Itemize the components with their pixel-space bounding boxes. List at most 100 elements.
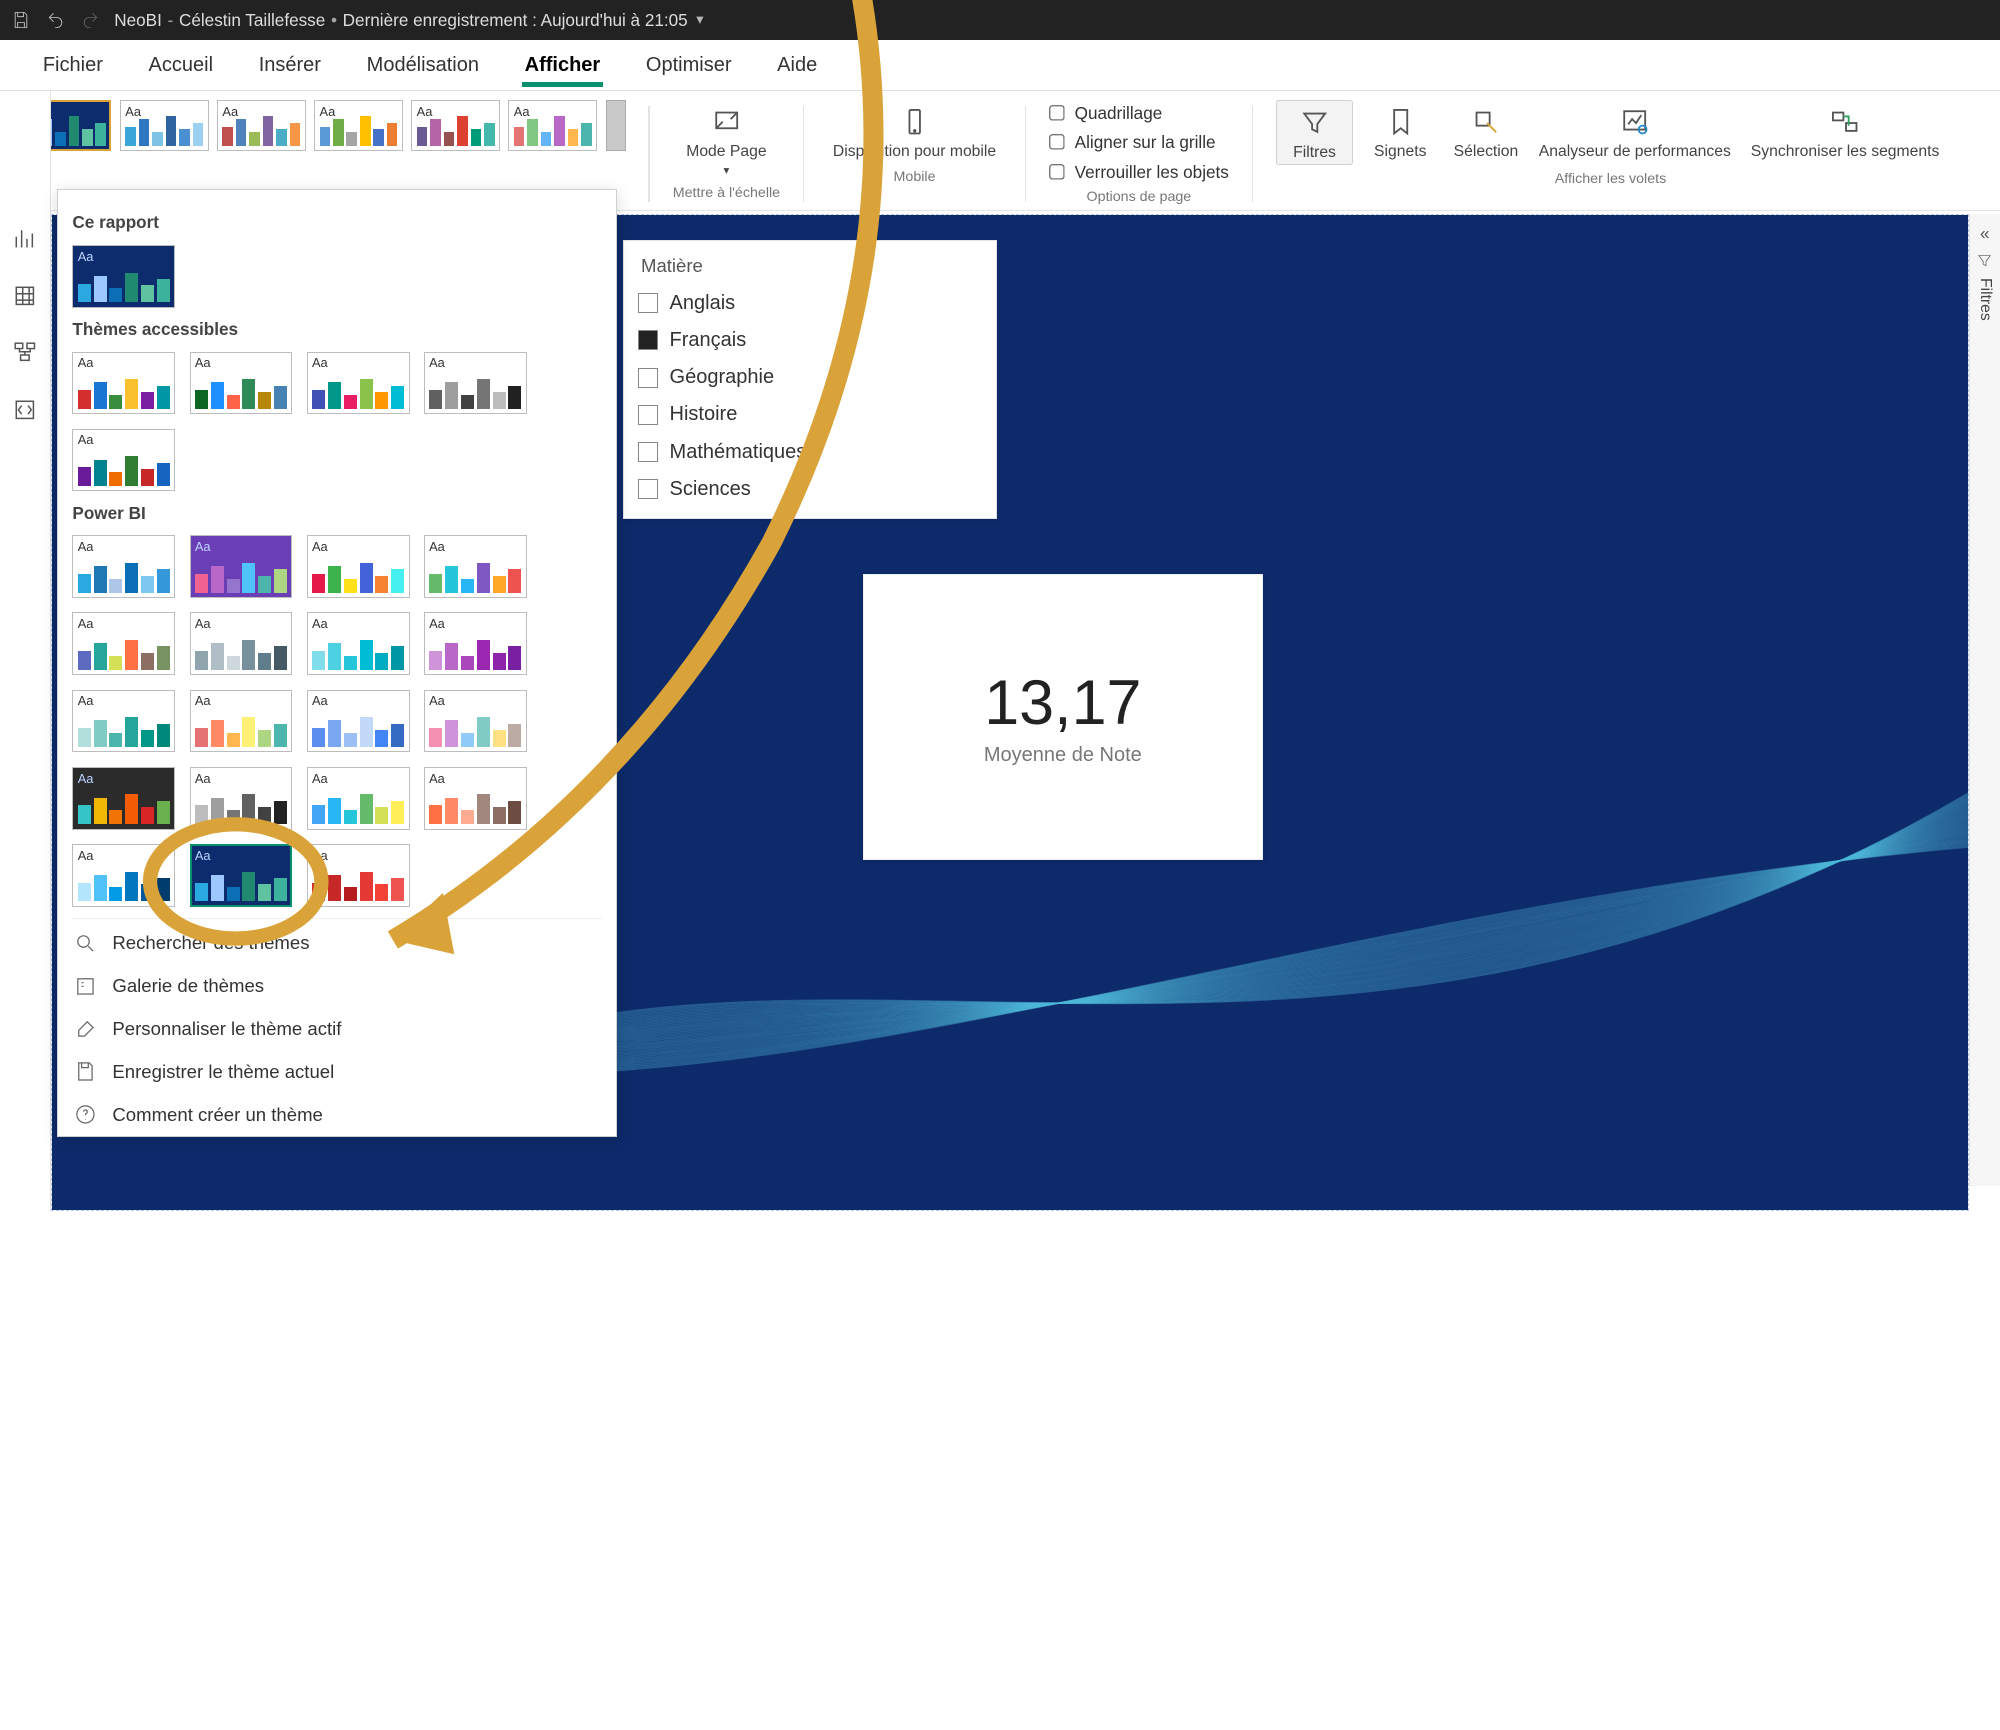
theme-thumb[interactable]: Aa — [120, 100, 209, 151]
titlebar-author: Célestin Taillefesse — [179, 10, 325, 31]
menu-tab-fichier[interactable]: Fichier — [40, 45, 106, 85]
theme-thumb[interactable]: Aa — [190, 352, 293, 415]
section-this-report: Ce rapport — [72, 212, 601, 233]
menu-tab-modélisation[interactable]: Modélisation — [364, 45, 482, 85]
theme-thumb[interactable]: Aa — [424, 352, 527, 415]
theme-thumb[interactable]: Aa — [72, 767, 175, 830]
ribbon-group-scale: Mode Page ▾ Mettre à l'échelle — [664, 100, 789, 208]
theme-thumb[interactable]: Aa — [424, 690, 527, 753]
chevron-down-icon[interactable]: ▾ — [696, 12, 703, 28]
theme-thumb[interactable]: Aa — [72, 245, 175, 308]
model-view-icon[interactable] — [10, 337, 41, 368]
mobile-layout-button[interactable]: Disposition pour mobile — [827, 100, 1002, 163]
brush-icon — [72, 1016, 98, 1042]
help-theme-action[interactable]: Comment créer un thème — [72, 1102, 601, 1128]
search-icon — [72, 931, 98, 957]
slicer-item[interactable]: Histoire — [638, 400, 982, 429]
checkbox-icon[interactable] — [638, 405, 658, 425]
table-view-icon[interactable] — [10, 280, 41, 311]
save-theme-action[interactable]: Enregistrer le thème actuel — [72, 1059, 601, 1085]
slicer-item-label: Sciences — [670, 478, 751, 501]
sync-slicers-button[interactable]: Synchroniser les segments — [1745, 100, 1945, 165]
slicer-item-label: Mathématiques — [670, 441, 807, 464]
search-themes-action[interactable]: Rechercher des thèmes — [72, 931, 601, 957]
theme-gallery-more[interactable] — [606, 100, 626, 151]
theme-thumb[interactable]: Aa — [307, 612, 410, 675]
theme-thumb[interactable]: Aa — [72, 690, 175, 753]
theme-thumb[interactable]: Aa — [72, 352, 175, 415]
theme-thumb[interactable]: Aa — [307, 690, 410, 753]
save-icon[interactable] — [11, 10, 31, 30]
theme-thumb[interactable]: Aa — [424, 612, 527, 675]
gridlines-checkbox[interactable]: Quadrillage — [1049, 103, 1229, 124]
theme-thumb[interactable]: Aa — [307, 844, 410, 907]
menu-tab-accueil[interactable]: Accueil — [146, 45, 216, 85]
checkbox-icon[interactable] — [638, 368, 658, 388]
slicer-title: Matière — [624, 241, 996, 286]
filters-pane-collapsed[interactable]: « Filtres — [1969, 214, 2000, 1185]
menu-tab-aide[interactable]: Aide — [774, 45, 820, 85]
slicer-item-label: Géographie — [670, 366, 775, 389]
dax-view-icon[interactable] — [10, 394, 41, 425]
bookmarks-pane-button[interactable]: Signets — [1362, 100, 1439, 165]
slicer-item[interactable]: Anglais — [638, 289, 982, 318]
theme-thumb[interactable]: Aa — [217, 100, 306, 151]
checkbox-icon[interactable] — [638, 293, 658, 313]
gallery-icon — [72, 973, 98, 999]
slicer-visual[interactable]: Matière Anglais Français Géographie Histoir… — [623, 240, 997, 519]
theme-thumb[interactable]: Aa — [314, 100, 403, 151]
theme-thumb[interactable]: Aa — [190, 612, 293, 675]
slicer-item-label: Français — [670, 329, 747, 352]
theme-gallery-strip[interactable]: AaAaAaAaAaAa — [23, 100, 626, 157]
theme-thumb[interactable]: Aa — [190, 844, 293, 907]
menu-tab-afficher[interactable]: Afficher — [522, 45, 603, 85]
checkbox-icon[interactable] — [638, 442, 658, 462]
customize-theme-action[interactable]: Personnaliser le thème actif — [72, 1016, 601, 1042]
theme-thumb[interactable]: Aa — [72, 844, 175, 907]
undo-icon[interactable] — [46, 10, 66, 30]
theme-thumb[interactable]: Aa — [72, 612, 175, 675]
slicer-item[interactable]: Français — [638, 326, 982, 355]
theme-thumb[interactable]: Aa — [424, 535, 527, 598]
theme-thumb[interactable]: Aa — [190, 767, 293, 830]
chevron-left-icon[interactable]: « — [1980, 223, 1990, 244]
slicer-item-label: Anglais — [670, 292, 736, 315]
theme-dropdown-panel[interactable]: Ce rapport Aa Thèmes accessibles AaAaAaA… — [57, 189, 617, 1138]
menu-tab-optimiser[interactable]: Optimiser — [643, 45, 734, 85]
theme-gallery-action[interactable]: Galerie de thèmes — [72, 973, 601, 999]
theme-thumb[interactable]: Aa — [72, 429, 175, 492]
slicer-item[interactable]: Sciences — [638, 475, 982, 504]
theme-thumb[interactable]: Aa — [307, 767, 410, 830]
checkbox-icon[interactable] — [638, 479, 658, 499]
theme-thumb[interactable]: Aa — [411, 100, 500, 151]
filters-pane-button[interactable]: Filtres — [1276, 100, 1353, 165]
save-icon — [72, 1059, 98, 1085]
menu-tab-insérer[interactable]: Insérer — [256, 45, 324, 85]
lock-checkbox[interactable]: Verrouiller les objets — [1049, 162, 1229, 183]
section-powerbi: Power BI — [72, 503, 601, 524]
ribbon-group-mobile: Disposition pour mobile Mobile — [819, 100, 1011, 208]
page-view-button[interactable]: Mode Page ▾ — [681, 100, 773, 180]
card-visual[interactable]: 13,17 Moyenne de Note — [863, 574, 1263, 860]
theme-thumb[interactable]: Aa — [508, 100, 597, 151]
funnel-icon — [1976, 252, 1993, 269]
report-view-icon[interactable] — [10, 223, 41, 254]
perf-analyzer-button[interactable]: Analyseur de performances — [1533, 100, 1736, 165]
ribbon-group-pageoptions: Quadrillage Aligner sur la grille Verrou… — [1040, 100, 1237, 208]
theme-thumb[interactable]: Aa — [307, 352, 410, 415]
card-label: Moyenne de Note — [984, 744, 1142, 767]
slicer-item[interactable]: Mathématiques — [638, 438, 982, 467]
theme-thumb[interactable]: Aa — [307, 535, 410, 598]
theme-thumb[interactable]: Aa — [424, 767, 527, 830]
theme-thumb[interactable]: Aa — [72, 535, 175, 598]
ribbon-group-panes: Filtres Signets Sélection Analyseur de p… — [1267, 100, 1953, 208]
slicer-item[interactable]: Géographie — [638, 363, 982, 392]
redo-icon[interactable] — [80, 10, 100, 30]
theme-thumb[interactable]: Aa — [190, 690, 293, 753]
selection-pane-button[interactable]: Sélection — [1447, 100, 1524, 165]
theme-thumb[interactable]: Aa — [190, 535, 293, 598]
card-value: 13,17 — [984, 667, 1141, 739]
titlebar-saved: Dernière enregistrement : Aujourd'hui à … — [343, 10, 688, 31]
checkbox-icon[interactable] — [638, 330, 658, 350]
snap-checkbox[interactable]: Aligner sur la grille — [1049, 132, 1229, 153]
